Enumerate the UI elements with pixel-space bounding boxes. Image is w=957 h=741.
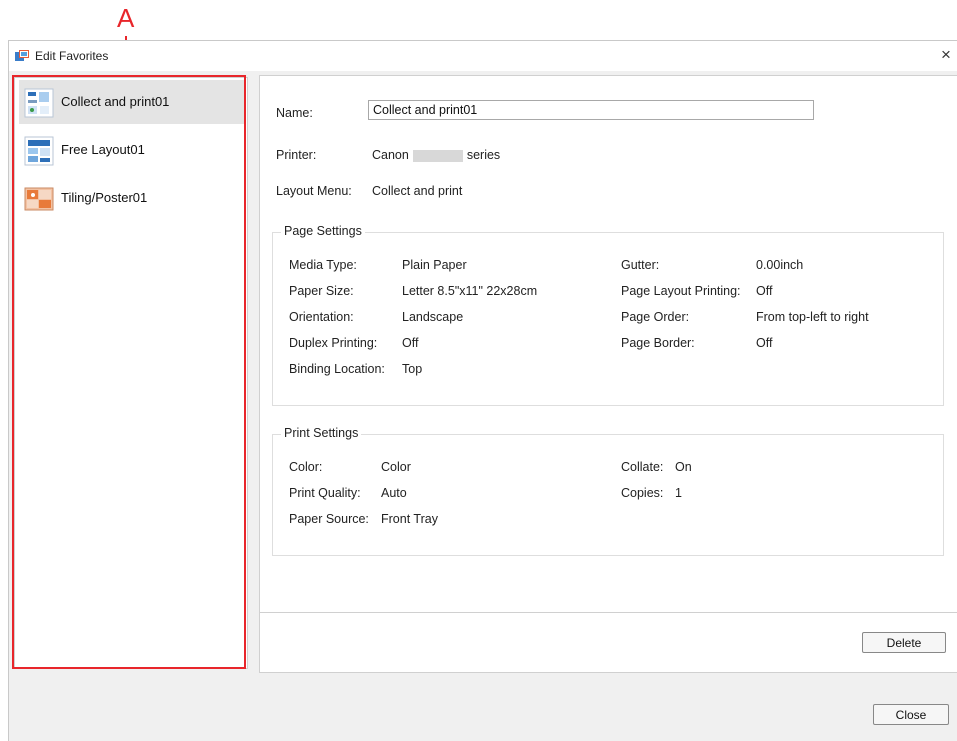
binding-location-label: Binding Location: [289, 362, 385, 376]
app-icon [15, 50, 29, 61]
favorite-label: Free Layout01 [61, 142, 145, 157]
page-order-value: From top-left to right [756, 310, 869, 324]
list-item[interactable]: Free Layout01 [19, 128, 244, 172]
page-layout-printing-value: Off [756, 284, 773, 298]
page-order-label: Page Order: [621, 310, 690, 324]
page-settings-group: Page Settings Media Type: Plain Paper Pa… [272, 224, 944, 406]
page-settings-title: Page Settings [281, 224, 365, 238]
list-item[interactable]: Collect and print01 [19, 80, 244, 124]
tiling-poster-thumbnail-icon [24, 187, 54, 211]
favorite-label: Tiling/Poster01 [61, 190, 148, 205]
gutter-value: 0.00inch [756, 258, 804, 272]
collate-value: On [675, 460, 692, 474]
printer-suffix: series [466, 148, 501, 162]
orientation-value: Landscape [402, 310, 464, 324]
paper-size-value: Letter 8.5"x11" 22x28cm [402, 284, 538, 298]
name-label: Name: [276, 106, 313, 120]
duplex-printing-label: Duplex Printing: [289, 336, 378, 350]
name-field[interactable] [368, 100, 814, 120]
collect-print-thumbnail-icon [24, 88, 54, 118]
collate-label: Collate: [621, 460, 664, 474]
media-type-label: Media Type: [289, 258, 357, 272]
gutter-label: Gutter: [621, 258, 660, 272]
favorite-label: Collect and print01 [61, 94, 170, 109]
binding-location-value: Top [402, 362, 423, 376]
media-type-value: Plain Paper [402, 258, 467, 272]
print-settings-title: Print Settings [281, 426, 362, 440]
annotation-letter-a: A [117, 3, 135, 33]
close-icon[interactable]: × [941, 45, 951, 65]
printer-prefix: Canon [372, 148, 409, 162]
delete-button[interactable]: Delete [862, 632, 946, 653]
duplex-printing-value: Off [402, 336, 419, 350]
print-quality-value: Auto [381, 486, 407, 500]
orientation-label: Orientation: [289, 310, 354, 324]
page-layout-printing-label: Page Layout Printing: [621, 284, 741, 298]
color-value: Color [381, 460, 411, 474]
free-layout-thumbnail-icon [24, 136, 54, 166]
layout-menu-value: Collect and print [372, 184, 463, 198]
page-border-value: Off [756, 336, 773, 350]
redacted-model [412, 149, 463, 162]
printer-label: Printer: [276, 148, 317, 162]
paper-source-value: Front Tray [381, 512, 438, 526]
favorite-details-panel: Name: Printer: Canonseries Layout Menu: … [259, 75, 957, 673]
print-settings-group: Print Settings Color: Color Print Qualit… [272, 426, 944, 556]
copies-value: 1 [675, 486, 682, 500]
paper-source-label: Paper Source: [289, 512, 369, 526]
copies-label: Copies: [621, 486, 664, 500]
favorites-list: Collect and print01 Free Layout01 Tiling… [14, 77, 248, 669]
window-title: Edit Favorites [35, 49, 109, 63]
color-label: Color: [289, 460, 323, 474]
paper-size-label: Paper Size: [289, 284, 354, 298]
edit-favorites-dialog: Edit Favorites × Collect and print01 Fre… [8, 40, 957, 741]
layout-menu-label: Layout Menu: [276, 184, 352, 198]
printer-value: Canon series [372, 148, 500, 162]
list-item[interactable]: Tiling/Poster01 [19, 176, 244, 220]
page-border-label: Page Border: [621, 336, 695, 350]
close-button[interactable]: Close [873, 704, 949, 725]
details-action-bar: Delete [260, 612, 957, 673]
print-quality-label: Print Quality: [289, 486, 361, 500]
title-bar: Edit Favorites × [9, 41, 957, 71]
